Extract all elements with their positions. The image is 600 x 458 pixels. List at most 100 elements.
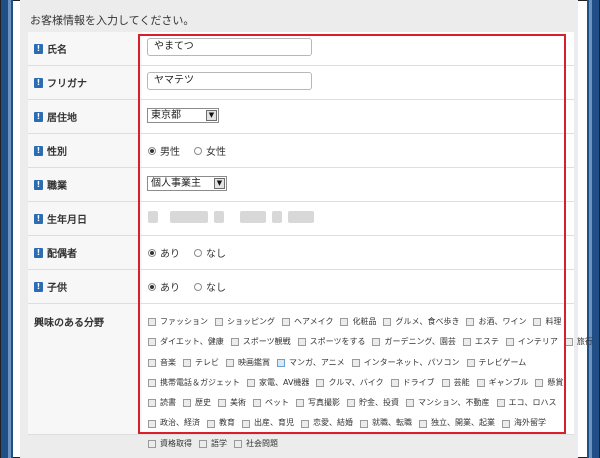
interest-checkbox-label: インターネット、パソコン <box>363 357 460 367</box>
info-mark-icon: ! <box>34 145 43 156</box>
checkbox-box <box>466 358 475 367</box>
interest-checkbox[interactable]: 歴史 <box>183 394 211 412</box>
interest-checkbox[interactable]: エコ、ロハス <box>496 394 557 412</box>
checkbox-box <box>242 419 250 428</box>
interest-checkbox-label: 読書 <box>160 398 176 408</box>
interest-checkbox[interactable]: お酒、ワイン <box>466 313 526 331</box>
interest-checkbox[interactable]: テレビ <box>183 354 219 372</box>
birth-day-blurred-select[interactable] <box>288 211 314 223</box>
interest-checkbox-label: グルメ、食べ歩き <box>395 317 460 326</box>
interest-checkbox-label: エステ <box>474 337 499 347</box>
interest-checkbox[interactable]: 携帯電話＆ガジェット <box>148 374 240 392</box>
checkbox-box <box>360 419 368 428</box>
checkbox-box <box>347 399 355 408</box>
interest-checkbox[interactable]: ヘアメイク <box>282 313 333 331</box>
spouse-radio-yes[interactable]: あり <box>148 245 180 260</box>
birth-month-blurred[interactable] <box>214 211 224 223</box>
interest-checkbox[interactable]: 家電、AV機器 <box>247 374 309 392</box>
interest-checkbox[interactable]: 恋愛、結婚 <box>301 414 353 432</box>
interest-checkbox[interactable]: テレビゲーム <box>466 354 527 372</box>
interest-checkbox[interactable]: マンション、不動産 <box>406 394 490 412</box>
interests-row: ダイエット、健康 スポーツ観戦 スポーツをする ガーデニング、園芸 エステ インテリア 旅行 <box>148 333 593 353</box>
interest-checkbox[interactable]: ショッピング <box>215 313 275 331</box>
checkbox-box <box>247 378 255 387</box>
interest-checkbox[interactable]: 出産、育児 <box>242 414 294 432</box>
interest-checkbox[interactable]: 芸能 <box>441 374 470 392</box>
interest-checkbox[interactable]: エステ <box>462 333 499 351</box>
interest-checkbox[interactable]: インターネット、パソコン <box>351 354 460 372</box>
interest-checkbox[interactable]: マンガ、アニメ <box>277 354 345 372</box>
checkbox-box <box>406 399 414 408</box>
residence-select[interactable]: 東京都 ▼ <box>147 108 219 123</box>
interests-row: ファッション ショッピング ヘアメイク 化粧品 グルメ、食べ歩き お酒、ワイン 料理 <box>148 313 570 333</box>
interest-checkbox[interactable]: 独立、開業、起業 <box>419 414 495 432</box>
interest-checkbox[interactable]: 旅行 <box>564 333 593 351</box>
interest-checkbox[interactable]: ダイエット、健康 <box>148 333 224 351</box>
checkbox-box <box>230 338 239 347</box>
gender-radio-female[interactable]: 女性 <box>194 143 226 158</box>
interest-checkbox-label: 貯金、投資 <box>359 398 399 408</box>
interest-checkbox[interactable]: 海外留学 <box>502 414 546 432</box>
interest-checkbox[interactable]: ドライブ <box>390 374 435 392</box>
gender-radio-male[interactable]: 男性 <box>148 143 180 158</box>
interest-checkbox[interactable]: スポーツ観戦 <box>230 333 291 351</box>
interest-checkbox-label: 資格取得 <box>160 438 192 448</box>
interest-checkbox[interactable]: 読書 <box>148 394 176 412</box>
info-mark-icon: ! <box>34 179 43 190</box>
interest-checkbox-label: ドライブ <box>402 377 435 387</box>
interest-checkbox-label: ファッション <box>160 317 208 326</box>
interest-checkbox[interactable]: 料理 <box>533 313 561 331</box>
birth-year-blurred[interactable] <box>148 211 158 223</box>
interest-checkbox[interactable]: 化粧品 <box>340 313 376 331</box>
birth-year-blurred-select[interactable] <box>170 211 208 223</box>
interest-checkbox[interactable]: 政治、経済 <box>148 414 200 432</box>
label-gender: ! 性別 <box>34 134 67 167</box>
interest-checkbox-label: 懸賞 <box>547 377 564 387</box>
interest-checkbox-label: 独立、開業、起業 <box>431 418 495 428</box>
interest-checkbox[interactable]: 音楽 <box>148 354 176 372</box>
birth-month-blurred-select[interactable] <box>240 211 266 223</box>
interest-checkbox[interactable]: 美術 <box>218 394 246 412</box>
interest-checkbox-label: 音楽 <box>160 357 176 367</box>
children-radio-no[interactable]: なし <box>194 279 226 294</box>
interest-checkbox[interactable]: 貯金、投資 <box>347 394 399 412</box>
furigana-input[interactable]: ヤマテツ <box>147 72 312 90</box>
name-input[interactable]: やまてつ <box>147 38 312 56</box>
birth-day-blurred[interactable] <box>272 211 282 223</box>
interest-checkbox[interactable]: スポーツをする <box>297 333 365 351</box>
interest-checkbox[interactable]: インテリア <box>505 333 558 351</box>
interest-checkbox[interactable]: 資格取得 <box>148 435 192 453</box>
checkbox-box <box>533 318 542 327</box>
checkbox-box <box>340 318 349 327</box>
row-gender: ! 性別 男性 女性 <box>28 134 574 168</box>
checkbox-box <box>441 378 450 387</box>
checkbox-box <box>466 318 475 327</box>
checkbox-box <box>148 378 156 387</box>
checkbox-box <box>535 378 544 387</box>
interest-checkbox[interactable]: グルメ、食べ歩き <box>383 313 459 331</box>
interest-checkbox[interactable]: クルマ、バイク <box>316 374 384 392</box>
interests-row: 音楽 テレビ 映画鑑賞 マンガ、アニメ インターネット、パソコン テレビゲーム <box>148 354 570 374</box>
interest-checkbox[interactable]: ギャンブル <box>476 374 528 392</box>
label-children: ! 子供 <box>34 270 67 303</box>
interest-checkbox-label: テレビゲーム <box>478 357 527 367</box>
interest-checkbox[interactable]: 社会問題 <box>234 435 278 453</box>
interest-checkbox[interactable]: 就職、転職 <box>360 414 412 432</box>
interest-checkbox[interactable]: 懸賞 <box>535 374 563 392</box>
interest-checkbox[interactable]: ペット <box>253 394 289 412</box>
interest-checkbox[interactable]: ファッション <box>148 313 208 331</box>
interest-checkbox[interactable]: 写真撮影 <box>296 394 340 412</box>
row-name: ! 氏名 やまてつ <box>28 32 574 66</box>
children-radio-yes[interactable]: あり <box>148 279 180 294</box>
spouse-radio-no[interactable]: なし <box>194 245 226 260</box>
interest-checkbox[interactable]: 語学 <box>199 435 227 453</box>
interest-checkbox[interactable]: 教育 <box>207 414 235 432</box>
checkbox-box <box>383 318 392 327</box>
row-spouse: ! 配偶者 あり なし <box>28 236 574 270</box>
occupation-select[interactable]: 個人事業主 ▼ <box>147 176 227 191</box>
interest-checkbox-label: 写真撮影 <box>308 398 340 408</box>
interest-checkbox[interactable]: ガーデニング、園芸 <box>372 333 456 351</box>
info-mark-icon: ! <box>34 247 43 258</box>
interest-checkbox[interactable]: 映画鑑賞 <box>226 354 270 372</box>
interest-checkbox-label: 携帯電話＆ガジェット <box>160 377 240 387</box>
